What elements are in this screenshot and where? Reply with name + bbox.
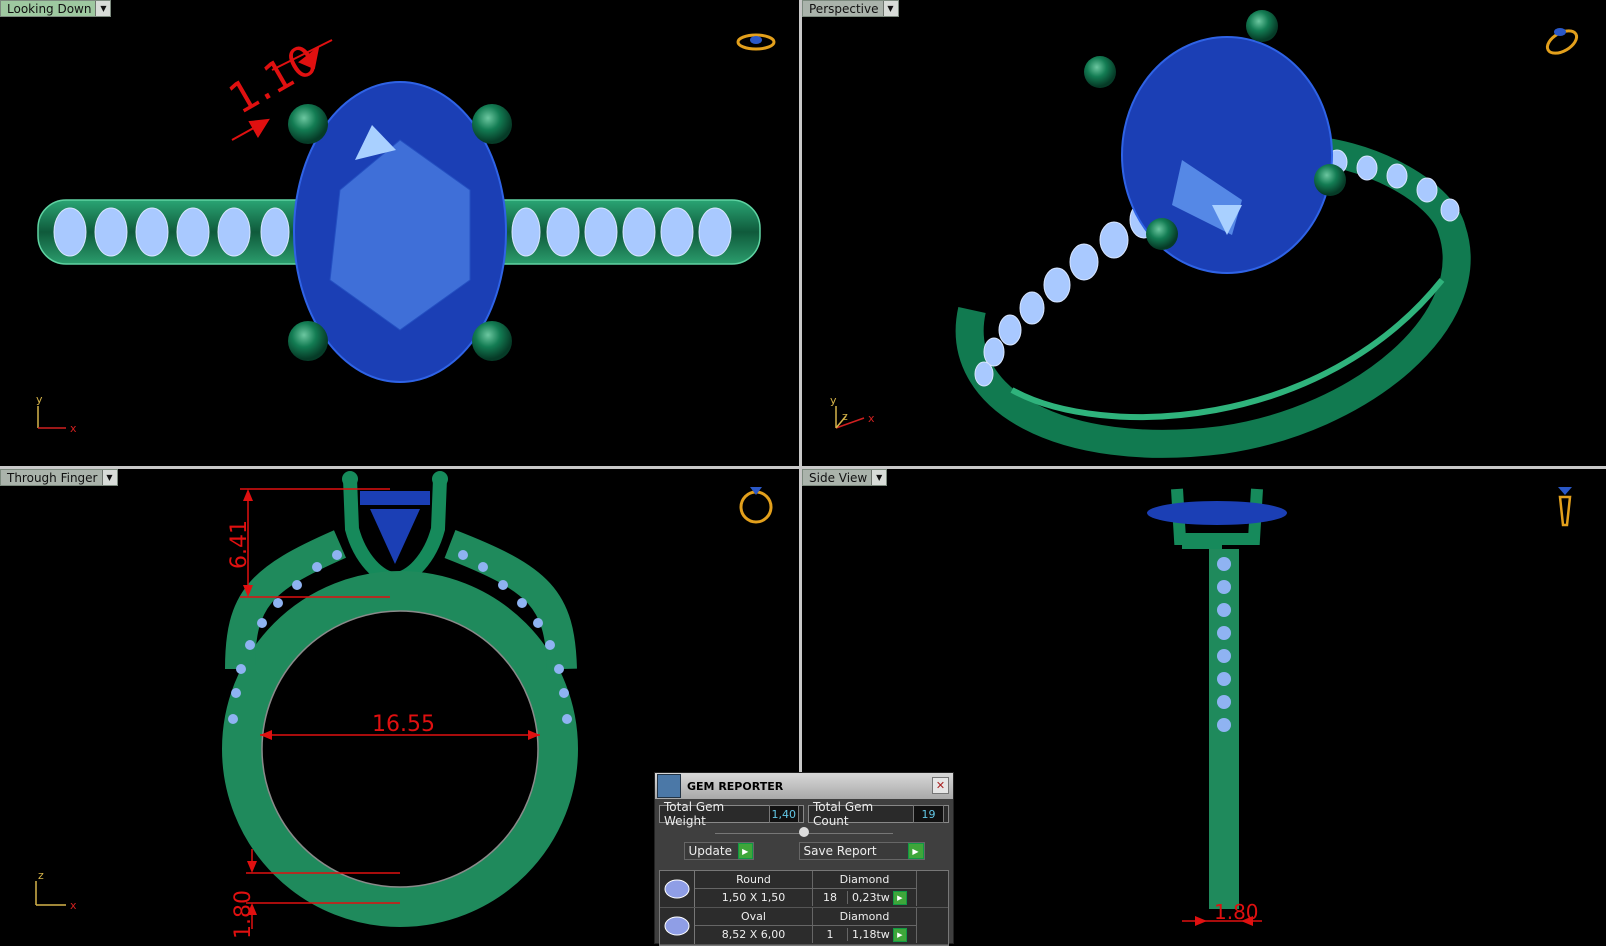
dimension-band-label: 1.80 (1214, 900, 1259, 924)
ring-orientation-icon (736, 33, 776, 51)
svg-text:y: y (36, 393, 43, 406)
chevron-down-icon[interactable]: ▼ (882, 1, 898, 16)
viewport-label[interactable]: Side View ▼ (802, 469, 888, 486)
looking-down-render: 1.10 y x (36, 33, 776, 435)
chevron-down-icon[interactable]: ▼ (101, 470, 117, 485)
chevron-down-icon[interactable]: ▼ (95, 1, 111, 16)
dimension-height-label: 6.41 (227, 520, 252, 569)
oval-gem-icon (660, 908, 695, 944)
ring-orientation-icon (1545, 28, 1579, 55)
viewport-label[interactable]: Perspective ▼ (802, 0, 899, 17)
svg-text:x: x (868, 412, 875, 425)
gem-reporter-icon (657, 774, 681, 798)
dimension-inner-label: 16.55 (372, 712, 435, 737)
ring-orientation-icon (1558, 487, 1572, 527)
total-count-field: Total Gem Count 19 (807, 800, 949, 828)
viewport-label[interactable]: Through Finger ▼ (0, 469, 118, 486)
play-icon[interactable]: ▶ (892, 890, 907, 905)
viewport-label[interactable]: Looking Down ▼ (0, 0, 112, 17)
round-gem-icon (660, 871, 695, 907)
total-count-value: 19 (913, 805, 944, 823)
axis-indicator: y z x (830, 394, 875, 429)
viewport-perspective[interactable]: y z x Perspective ▼ (802, 0, 1606, 466)
save-report-button[interactable]: Save Report ▶ (798, 842, 925, 860)
panel-splitter[interactable] (715, 825, 893, 837)
viewport-divider-horizontal[interactable] (0, 466, 1606, 469)
play-icon[interactable]: ▶ (892, 927, 907, 942)
gem-table: Round 1,50 X 1,50 Diamond 18 0,23tw ▶ Ov… (659, 870, 949, 946)
total-weight-value: 1,40 (768, 805, 799, 823)
svg-text:z: z (842, 410, 848, 423)
gem-row[interactable]: Round 1,50 X 1,50 Diamond 18 0,23tw ▶ (660, 871, 948, 908)
ring-orientation-icon (739, 487, 773, 524)
play-icon: ▶ (907, 843, 924, 859)
axis-indicator: z x (35, 869, 77, 912)
update-button[interactable]: Update ▶ (683, 842, 754, 860)
gem-reporter-panel: GEM REPORTER ✕ Total Gem Weight 1,40 Tot… (654, 772, 954, 946)
perspective-render: y z x (830, 10, 1579, 458)
total-weight-field: Total Gem Weight 1,40 (659, 800, 804, 828)
svg-text:y: y (830, 394, 837, 407)
dimension-band-label: 1.80 (231, 890, 256, 939)
gem-row[interactable]: Oval 8,52 X 6,00 Diamond 1 1,18tw ▶ (660, 908, 948, 945)
close-icon[interactable]: ✕ (932, 777, 949, 794)
svg-text:x: x (70, 422, 77, 435)
svg-text:z: z (38, 869, 44, 882)
play-icon: ▶ (737, 843, 753, 859)
axis-indicator: y x (36, 393, 77, 435)
gem-reporter-title: GEM REPORTER (687, 779, 784, 793)
svg-text:x: x (70, 899, 77, 912)
gem-reporter-titlebar[interactable]: GEM REPORTER ✕ (655, 773, 953, 799)
chevron-down-icon[interactable]: ▼ (871, 470, 887, 485)
viewport-looking-down[interactable]: 1.10 y x Looking Down ▼ (0, 0, 799, 466)
